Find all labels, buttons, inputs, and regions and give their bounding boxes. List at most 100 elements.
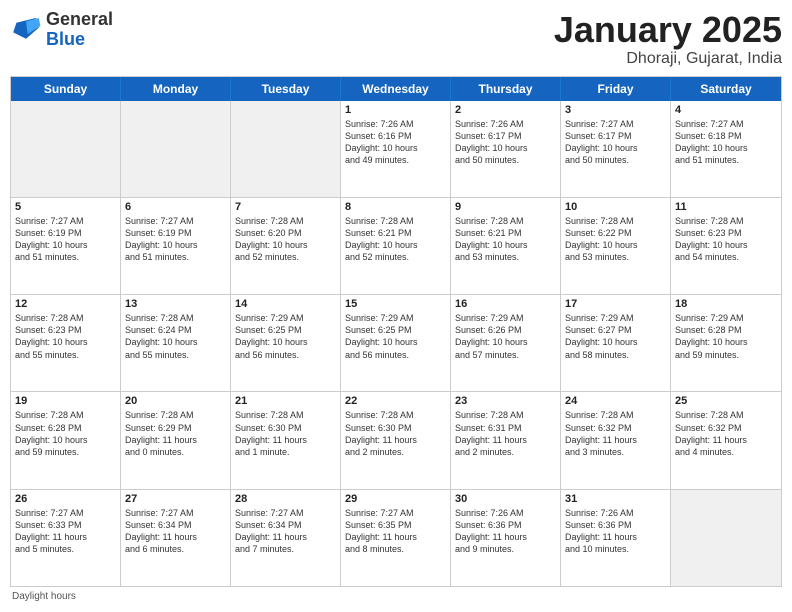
cell-info-line: Sunrise: 7:26 AM [345,118,446,130]
subtitle: Dhoraji, Gujarat, India [554,50,782,68]
logo-text: General Blue [46,10,113,50]
day-number: 10 [565,201,666,213]
cell-info-line: and 1 minute. [235,446,336,458]
cell-info-line: Daylight: 10 hours [455,336,556,348]
cell-info-line: and 59 minutes. [15,446,116,458]
cell-info-line: Sunrise: 7:28 AM [15,409,116,421]
cell-info-line: Sunrise: 7:27 AM [15,507,116,519]
cell-info-line: Daylight: 10 hours [15,434,116,446]
footer: Daylight hours [10,591,782,602]
calendar-cell: 30Sunrise: 7:26 AMSunset: 6:36 PMDayligh… [451,490,561,586]
cell-info-line: Sunset: 6:19 PM [15,227,116,239]
cell-info-line: Sunset: 6:23 PM [675,227,777,239]
cell-info-line: and 55 minutes. [125,349,226,361]
calendar-week-row: 12Sunrise: 7:28 AMSunset: 6:23 PMDayligh… [11,295,781,392]
cell-info-line: and 3 minutes. [565,446,666,458]
cell-info-line: Sunrise: 7:28 AM [15,312,116,324]
calendar-cell: 18Sunrise: 7:29 AMSunset: 6:28 PMDayligh… [671,295,781,391]
cell-info-line: and 51 minutes. [15,251,116,263]
title-area: January 2025 Dhoraji, Gujarat, India [554,10,782,68]
calendar-cell [671,490,781,586]
cell-info-line: Sunrise: 7:29 AM [345,312,446,324]
cell-info-line: Daylight: 10 hours [235,336,336,348]
cell-info-line: Daylight: 11 hours [235,434,336,446]
calendar-header: SundayMondayTuesdayWednesdayThursdayFrid… [11,77,781,101]
day-number: 15 [345,298,446,310]
cell-info-line: and 54 minutes. [675,251,777,263]
cell-info-line: and 52 minutes. [235,251,336,263]
cell-info-line: and 6 minutes. [125,543,226,555]
calendar-cell: 26Sunrise: 7:27 AMSunset: 6:33 PMDayligh… [11,490,121,586]
day-number: 16 [455,298,556,310]
cell-info-line: and 52 minutes. [345,251,446,263]
calendar-cell [231,101,341,197]
cell-info-line: Sunset: 6:34 PM [235,519,336,531]
cell-info-line: Sunset: 6:27 PM [565,324,666,336]
cell-info-line: Sunrise: 7:28 AM [565,409,666,421]
calendar-body: 1Sunrise: 7:26 AMSunset: 6:16 PMDaylight… [11,101,781,586]
cell-info-line: and 9 minutes. [455,543,556,555]
day-number: 30 [455,493,556,505]
calendar-cell: 11Sunrise: 7:28 AMSunset: 6:23 PMDayligh… [671,198,781,294]
cell-info-line: and 53 minutes. [455,251,556,263]
calendar-cell: 2Sunrise: 7:26 AMSunset: 6:17 PMDaylight… [451,101,561,197]
cell-info-line: and 5 minutes. [15,543,116,555]
cell-info-line: Sunset: 6:26 PM [455,324,556,336]
cell-info-line: and 59 minutes. [675,349,777,361]
cell-info-line: and 4 minutes. [675,446,777,458]
day-number: 14 [235,298,336,310]
calendar-header-cell: Friday [561,77,671,101]
calendar-cell: 10Sunrise: 7:28 AMSunset: 6:22 PMDayligh… [561,198,671,294]
cell-info-line: Daylight: 10 hours [565,142,666,154]
cell-info-line: Sunrise: 7:28 AM [455,409,556,421]
header: General Blue January 2025 Dhoraji, Gujar… [10,10,782,68]
calendar-cell: 23Sunrise: 7:28 AMSunset: 6:31 PMDayligh… [451,392,561,488]
day-number: 3 [565,104,666,116]
footer-label: Daylight hours [12,591,76,602]
cell-info-line: Daylight: 10 hours [455,142,556,154]
cell-info-line: Sunrise: 7:28 AM [675,215,777,227]
cell-info-line: Sunrise: 7:28 AM [345,215,446,227]
day-number: 6 [125,201,226,213]
logo: General Blue [10,10,113,50]
day-number: 1 [345,104,446,116]
day-number: 26 [15,493,116,505]
cell-info-line: Daylight: 11 hours [125,531,226,543]
cell-info-line: and 50 minutes. [455,154,556,166]
calendar-cell: 16 Sunrise: 7:29 AMSunset: 6:26 PMDayligh… [451,295,561,391]
day-number: 11 [675,201,777,213]
cell-info-line: Sunset: 6:30 PM [235,422,336,434]
cell-info-line: and 49 minutes. [345,154,446,166]
cell-info-line: Sunrise: 7:28 AM [345,409,446,421]
cell-info-line: Sunset: 6:20 PM [235,227,336,239]
calendar-cell: 1Sunrise: 7:26 AMSunset: 6:16 PMDaylight… [341,101,451,197]
calendar-header-cell: Monday [121,77,231,101]
cell-info-line: and 55 minutes. [15,349,116,361]
cell-info-line: Daylight: 11 hours [565,434,666,446]
calendar-week-row: 5Sunrise: 7:27 AMSunset: 6:19 PMDaylight… [11,198,781,295]
cell-info-line: Sunset: 6:24 PM [125,324,226,336]
day-number: 27 [125,493,226,505]
day-number: 21 [235,395,336,407]
cell-info-line: Sunset: 6:28 PM [15,422,116,434]
cell-info-line: and 56 minutes. [235,349,336,361]
calendar-cell: 28Sunrise: 7:27 AMSunset: 6:34 PMDayligh… [231,490,341,586]
calendar-cell: 3Sunrise: 7:27 AMSunset: 6:17 PMDaylight… [561,101,671,197]
day-number: 13 [125,298,226,310]
day-number: 25 [675,395,777,407]
calendar-header-cell: Sunday [11,77,121,101]
cell-info-line: Sunset: 6:21 PM [345,227,446,239]
cell-info-line: Sunrise: 7:29 AM [455,312,556,324]
calendar-cell: 4Sunrise: 7:27 AMSunset: 6:18 PMDaylight… [671,101,781,197]
page: General Blue January 2025 Dhoraji, Gujar… [0,0,792,612]
calendar-cell: 31Sunrise: 7:26 AMSunset: 6:36 PMDayligh… [561,490,671,586]
calendar-cell [11,101,121,197]
cell-info-line: Sunrise: 7:28 AM [125,312,226,324]
day-number: 8 [345,201,446,213]
cell-info-line: Sunrise: 7:28 AM [675,409,777,421]
cell-info-line: and 53 minutes. [565,251,666,263]
cell-info-line: and 58 minutes. [565,349,666,361]
cell-info-line: Sunrise: 7:29 AM [565,312,666,324]
cell-info-line: Sunrise: 7:28 AM [125,409,226,421]
cell-info-line: Sunrise: 7:27 AM [345,507,446,519]
